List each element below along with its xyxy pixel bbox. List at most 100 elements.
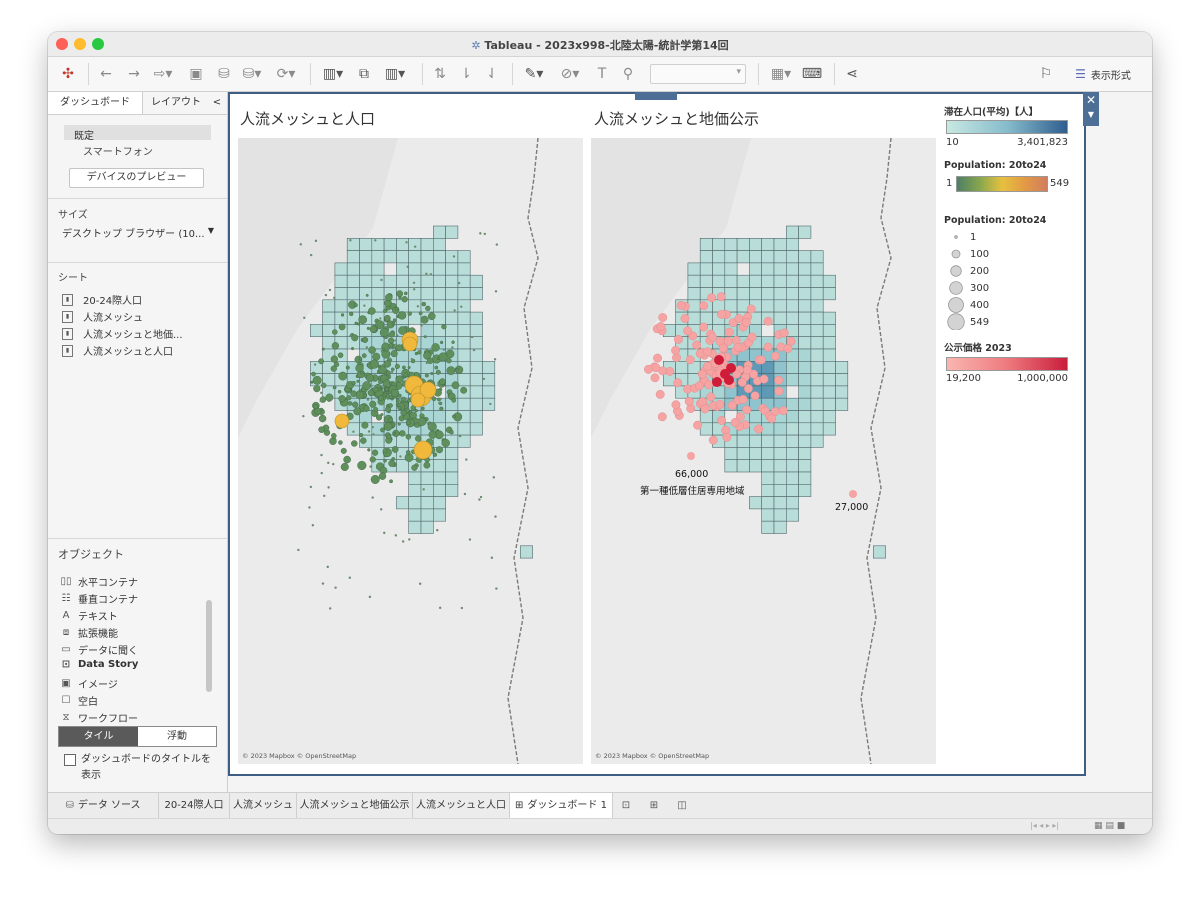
mesh-cell: [761, 238, 775, 251]
forward-icon[interactable]: →: [124, 64, 144, 84]
save-icon[interactable]: ▣: [186, 64, 206, 84]
close-icon[interactable]: ✕: [1083, 92, 1099, 108]
legend-size-label: 549: [970, 317, 990, 328]
mesh-cell: [798, 471, 812, 485]
object-image[interactable]: ▣ イメージ: [60, 676, 118, 691]
tab-dashboard-active[interactable]: ⊞ ダッシュボード 1: [510, 793, 613, 819]
swap-icon[interactable]: ⇅: [430, 64, 450, 84]
population-point: [394, 363, 400, 369]
more-options-icon[interactable]: ▼: [1083, 108, 1099, 122]
map-credit[interactable]: © 2023 Mapbox © OpenStreetMap: [242, 752, 356, 760]
object-horizontal[interactable]: ▯▯ 水平コンテナ: [60, 574, 138, 589]
tab-sheet[interactable]: 人流メッシュと地価公示: [297, 793, 413, 819]
legend-stay-ramp[interactable]: [946, 120, 1068, 134]
legend-price-ramp[interactable]: [946, 357, 1068, 371]
collapse-sidebar-icon[interactable]: <: [210, 92, 224, 114]
device-default[interactable]: 既定: [64, 125, 211, 142]
group-icon[interactable]: ⊘▾: [556, 64, 584, 84]
view-mode-icons[interactable]: ▦ ▤ ■: [1094, 821, 1125, 831]
land-price-point: [715, 399, 725, 409]
sheet-item[interactable]: ▮ 20-24際人口: [62, 292, 142, 307]
sheet-item[interactable]: ▮ 人流メッシュ: [62, 309, 143, 324]
object-workflow[interactable]: ⧖ ワークフロー: [60, 710, 138, 725]
population-point: [451, 346, 454, 349]
population-point: [387, 417, 394, 423]
new-worksheet-tab-icon[interactable]: ⊡: [614, 793, 638, 819]
land-price-point: [756, 355, 766, 365]
mesh-cell: [786, 397, 799, 411]
tab-layout[interactable]: レイアウト: [143, 92, 209, 114]
population-point: [351, 440, 358, 447]
land-price-point: [759, 374, 769, 384]
show-title-checkbox[interactable]: [64, 754, 76, 766]
population-point: [423, 461, 431, 469]
object-ask-data[interactable]: ▭ データに聞く: [60, 642, 138, 657]
float-button[interactable]: 浮動: [138, 727, 216, 746]
object-text[interactable]: A テキスト: [60, 608, 118, 623]
land-price-point: [655, 389, 665, 399]
objects-scrollbar[interactable]: [206, 600, 212, 692]
highlight-icon[interactable]: ✎▾: [520, 64, 548, 84]
sheet-item[interactable]: ▮ 人流メッシュと人口: [62, 343, 173, 358]
left-map[interactable]: © 2023 Mapbox © OpenStreetMap: [238, 138, 583, 764]
tab-dashboard[interactable]: ダッシュボード: [48, 92, 143, 114]
dashboard-object-close[interactable]: ✕ ▼: [1083, 92, 1099, 126]
object-data-story[interactable]: ⊡ Data Story: [60, 659, 139, 670]
new-story-tab-icon[interactable]: ◫: [670, 793, 694, 819]
duplicate-icon[interactable]: ⧉: [354, 64, 374, 84]
new-datasource-icon[interactable]: ⛁: [214, 64, 234, 84]
device-phone[interactable]: スマートフォン: [83, 143, 153, 158]
clear-icon[interactable]: ▥▾: [380, 64, 410, 84]
tile-button[interactable]: タイル: [59, 727, 138, 746]
back-icon[interactable]: ←: [96, 64, 116, 84]
dashboard-canvas[interactable]: 人流メッシュと人口 人流メッシュと地価公示 © 2023 Mapbox © Op…: [228, 92, 1086, 776]
population-point: [449, 430, 454, 435]
sort-asc-icon[interactable]: ⇂: [456, 64, 476, 84]
population-point-large: [413, 440, 433, 460]
population-point: [439, 378, 446, 385]
right-map[interactable]: 66,000 第一種低層住居専用地域 27,000 © 2023 Mapbox …: [591, 138, 936, 764]
tab-sheet[interactable]: 20-24際人口: [159, 793, 230, 819]
object-blank[interactable]: ☐ 空白: [60, 693, 98, 708]
share-icon[interactable]: ⋖: [842, 64, 862, 84]
population-point: [360, 370, 364, 375]
legend-pop-size-marks[interactable]: [944, 230, 974, 330]
label-icon[interactable]: T: [592, 64, 612, 84]
presentation-icon[interactable]: ⌨: [802, 64, 822, 84]
population-point: [334, 586, 337, 589]
mesh-cell: [786, 274, 799, 288]
tableau-logo-icon[interactable]: ✣: [58, 64, 78, 84]
tab-data-source[interactable]: ⛁ データ ソース: [48, 793, 159, 819]
toolbar: ✣ ← → ⇨▾ ▣ ⛁ ⛁▾ ⟳▾ ▥▾ ⧉ ▥▾ ⇅ ⇂ ⇃ ✎▾ ⊘▾ T…: [48, 57, 1152, 92]
drag-handle[interactable]: [635, 92, 677, 100]
tab-sheet[interactable]: 人流メッシュと人口: [413, 793, 510, 819]
object-vertical[interactable]: ☷ 垂直コンテナ: [60, 591, 138, 606]
refresh-icon[interactable]: ⟳▾: [274, 64, 298, 84]
pause-update-icon[interactable]: ⛁▾: [240, 64, 264, 84]
redo-icon[interactable]: ⇨▾: [150, 64, 176, 84]
object-extension[interactable]: ⧈ 拡張機能: [60, 625, 118, 640]
mesh-cell: [457, 336, 471, 350]
new-dashboard-tab-icon[interactable]: ⊞: [642, 793, 666, 819]
device-preview-button[interactable]: デバイスのプレビュー: [69, 168, 204, 188]
new-worksheet-icon[interactable]: ▥▾: [318, 64, 348, 84]
map-credit[interactable]: © 2023 Mapbox © OpenStreetMap: [595, 752, 709, 760]
fit-select[interactable]: ▾: [650, 64, 746, 84]
mesh-cell: [699, 250, 713, 264]
tab-sheet[interactable]: 人流メッシュ: [230, 793, 297, 819]
population-point: [494, 290, 498, 293]
population-point: [350, 347, 355, 351]
tooltip-icon[interactable]: ⚐: [1036, 64, 1056, 84]
show-me-button[interactable]: ☰ 表示形式: [1068, 64, 1138, 84]
sheet-nav-icons[interactable]: |◂ ◂ ▸ ▸|: [1030, 821, 1059, 830]
sort-desc-icon[interactable]: ⇃: [482, 64, 502, 84]
land-price-point: [849, 490, 857, 498]
legend-pop-color-ramp[interactable]: [956, 176, 1048, 192]
pin-icon[interactable]: ⚲: [618, 64, 638, 84]
land-price-point: [673, 334, 683, 344]
mesh-cell: [724, 274, 738, 288]
size-select[interactable]: デスクトップ ブラウザー (10... ▼: [62, 225, 214, 241]
sheet-item[interactable]: ▮ 人流メッシュと地価...: [62, 326, 183, 341]
land-price-point: [680, 314, 690, 323]
showme-cards-icon[interactable]: ▦▾: [766, 64, 796, 84]
